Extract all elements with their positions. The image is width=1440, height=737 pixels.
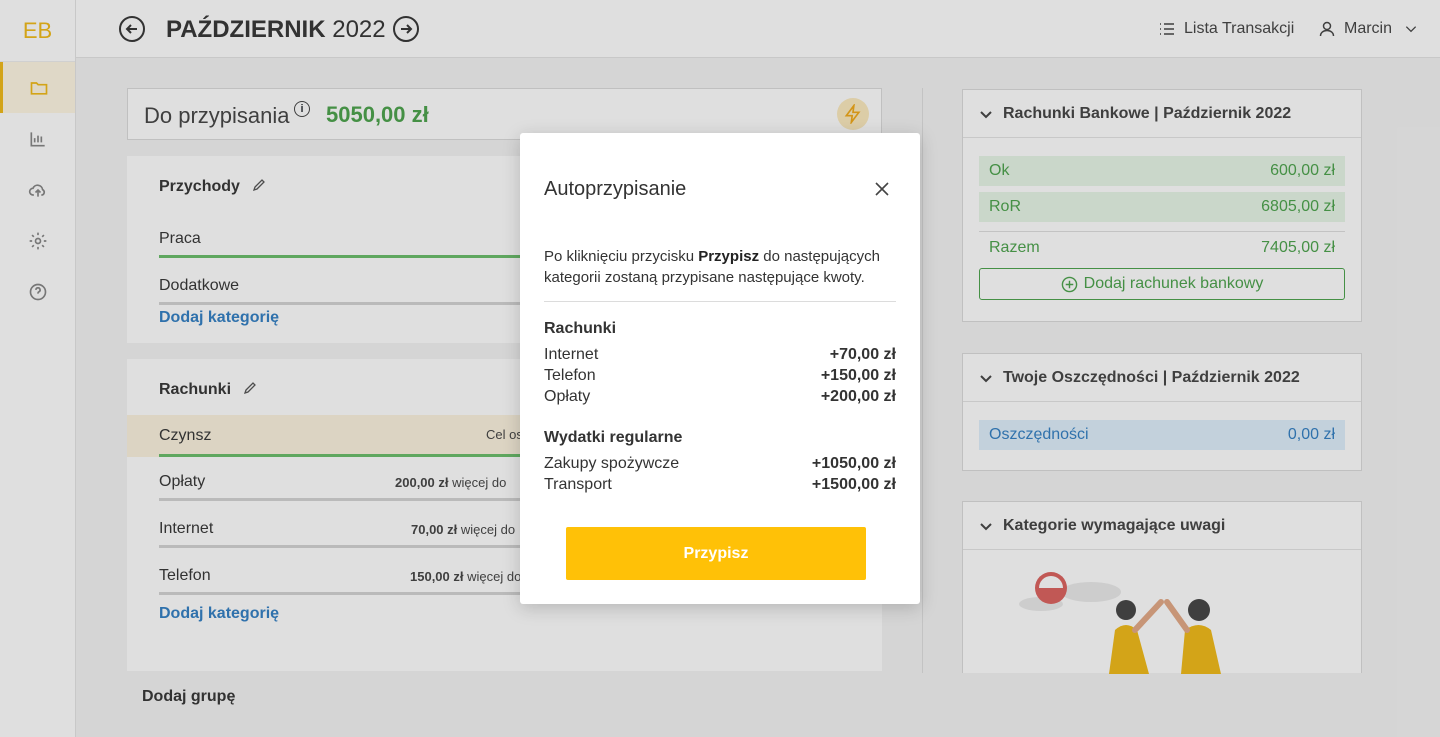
modal-description: Po kliknięciu przycisku Przypisz do nast… — [544, 248, 880, 286]
modal-divider — [544, 301, 896, 302]
assignment-row: Zakupy spożywcze +1050,00 zł — [544, 455, 896, 476]
assignment-row: Telefon +150,00 zł — [544, 367, 896, 388]
assignment-amount: +1050,00 zł — [811, 455, 896, 472]
assignment-name: Telefon — [544, 367, 596, 384]
assignment-row: Transport +1500,00 zł — [544, 476, 896, 497]
assignment-name: Zakupy spożywcze — [544, 455, 680, 472]
assignment-name: Opłaty — [544, 388, 591, 405]
assignment-row: Opłaty +200,00 zł — [544, 388, 896, 409]
auto-assign-modal: Autoprzypisanie Po kliknięciu przycisku … — [520, 133, 920, 604]
section-title: Wydatki regularne — [544, 429, 683, 446]
assignment-name: Transport — [544, 476, 612, 493]
assignment-amount: +150,00 zł — [820, 367, 896, 384]
assignment-amount: +70,00 zł — [829, 346, 896, 363]
assignment-row: Internet +70,00 zł — [544, 346, 896, 367]
modal-title: Autoprzypisanie — [544, 178, 687, 200]
assignment-name: Internet — [544, 346, 599, 363]
assign-button[interactable]: Przypisz — [566, 527, 866, 580]
close-icon[interactable] — [874, 181, 890, 197]
assignment-amount: +200,00 zł — [820, 388, 896, 405]
section-title: Rachunki — [544, 320, 617, 337]
assignment-amount: +1500,00 zł — [811, 476, 896, 493]
